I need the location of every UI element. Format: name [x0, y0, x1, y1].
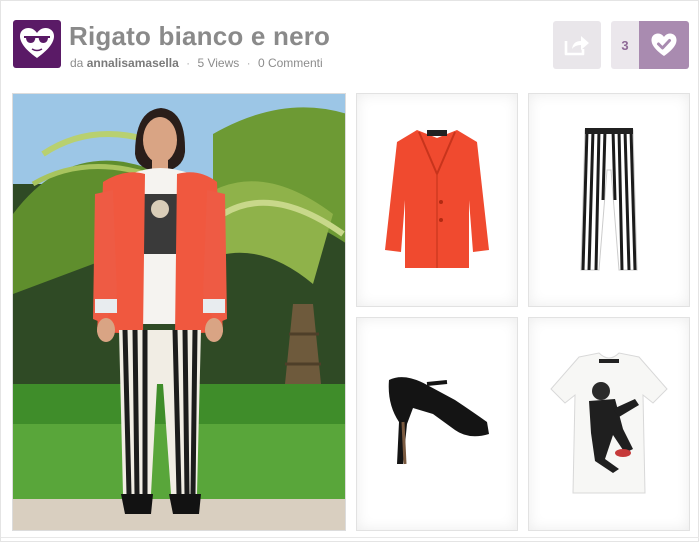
comments-link[interactable]: 0 Commenti — [258, 56, 323, 70]
by-prefix: da — [70, 56, 84, 70]
post-title[interactable]: Rigato bianco e nero — [69, 21, 330, 52]
striped-pants-image[interactable] — [528, 93, 690, 307]
black-heels-image[interactable] — [356, 317, 518, 531]
author-link[interactable]: annalisamasella — [87, 56, 179, 70]
red-blazer-image[interactable] — [356, 93, 518, 307]
post-meta: da annalisamasella · 5 Views · 0 Comment… — [70, 56, 323, 70]
meta-separator: · — [246, 56, 251, 70]
divider — [1, 537, 699, 538]
meta-separator: · — [186, 56, 191, 70]
like-group: 3 — [611, 21, 689, 69]
views-count: 5 Views — [197, 56, 240, 70]
share-button[interactable] — [553, 21, 601, 69]
post-header: Rigato bianco e nero da annalisamasella … — [1, 1, 698, 87]
black-heels-image-graphic — [388, 377, 489, 465]
share-icon — [564, 36, 589, 56]
site-logo[interactable] — [13, 20, 61, 68]
post-card: Rigato bianco e nero da annalisamasella … — [0, 0, 699, 542]
graphic-tshirt-image[interactable] — [528, 317, 690, 531]
graphic-tshirt-image-graphic — [550, 352, 668, 494]
like-button[interactable] — [639, 21, 689, 69]
outfit-photo[interactable] — [12, 93, 346, 531]
like-count: 3 — [611, 21, 639, 69]
striped-pants-image-graphic — [580, 128, 638, 271]
outfit-photo-image — [13, 94, 345, 530]
heart-check-icon — [651, 33, 677, 56]
red-blazer-image-graphic — [385, 130, 489, 268]
heart-sunglasses-icon — [20, 28, 54, 58]
